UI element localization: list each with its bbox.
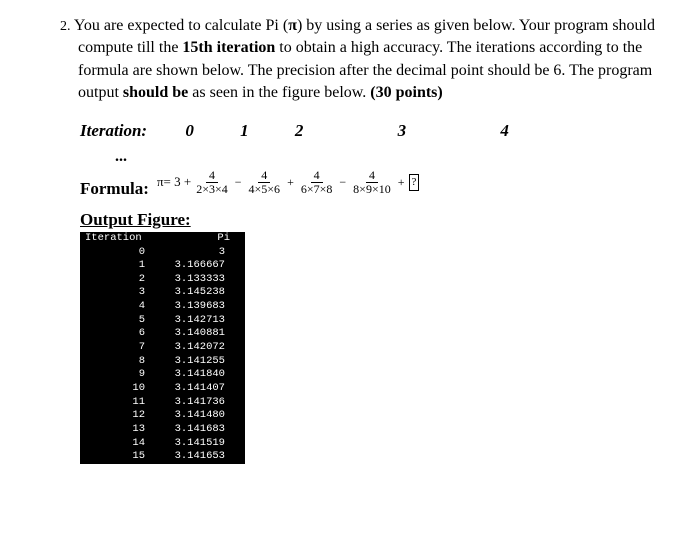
cell-iteration: 8 bbox=[85, 355, 145, 369]
cell-pi: 3.142713 bbox=[145, 314, 225, 328]
output-rows: 0313.16666723.13333333.14523843.13968353… bbox=[80, 246, 245, 464]
cell-pi: 3.140881 bbox=[145, 327, 225, 341]
frac-3: 48×9×10 bbox=[350, 169, 394, 196]
table-row: 143.141519 bbox=[80, 437, 245, 451]
iteration-row: Iteration: 0 1 2 3 4 bbox=[80, 119, 660, 143]
formula-label: Formula: bbox=[80, 177, 149, 201]
cell-pi: 3 bbox=[145, 246, 225, 260]
cell-pi: 3.141480 bbox=[145, 409, 225, 423]
table-row: 153.141653 bbox=[80, 450, 245, 464]
cell-iteration: 3 bbox=[85, 286, 145, 300]
table-row: 63.140881 bbox=[80, 327, 245, 341]
cell-iteration: 10 bbox=[85, 382, 145, 396]
op-3: + bbox=[398, 174, 405, 191]
iteration-label: Iteration: bbox=[80, 119, 147, 143]
output-header: Iteration Pi bbox=[80, 232, 245, 246]
output-figure: Iteration Pi 0313.16666723.13333333.1452… bbox=[80, 232, 245, 464]
cell-iteration: 14 bbox=[85, 437, 145, 451]
cell-iteration: 15 bbox=[85, 450, 145, 464]
problem-statement: 2. You are expected to calculate Pi (π) … bbox=[60, 15, 660, 105]
table-row: 03 bbox=[80, 246, 245, 260]
frac-0: 42×3×4 bbox=[193, 169, 231, 196]
cell-iteration: 6 bbox=[85, 327, 145, 341]
table-row: 43.139683 bbox=[80, 300, 245, 314]
problem-text-4: as seen in the figure below. bbox=[188, 84, 370, 101]
formula-row: Formula: π = 3 + 42×3×4 − 44×5×6 + 46×7×… bbox=[80, 175, 660, 202]
formula-math: π = 3 + 42×3×4 − 44×5×6 + 46×7×8 − 48×9×… bbox=[157, 169, 419, 196]
problem-text-1: You are expected to calculate Pi ( bbox=[74, 17, 288, 34]
bold-points: (30 points) bbox=[370, 84, 442, 101]
table-row: 23.133333 bbox=[80, 273, 245, 287]
table-row: 83.141255 bbox=[80, 355, 245, 369]
question-box: ? bbox=[409, 174, 420, 191]
ellipsis: ... bbox=[115, 146, 660, 168]
cell-iteration: 4 bbox=[85, 300, 145, 314]
cell-iteration: 0 bbox=[85, 246, 145, 260]
cell-pi: 3.166667 bbox=[145, 259, 225, 273]
header-col1: Iteration bbox=[85, 232, 160, 246]
cell-pi: 3.141736 bbox=[145, 396, 225, 410]
cell-iteration: 1 bbox=[85, 259, 145, 273]
formula-pi: π bbox=[157, 173, 164, 191]
bold-should-be: should be bbox=[123, 84, 188, 101]
frac-2: 46×7×8 bbox=[298, 169, 336, 196]
cell-pi: 3.141519 bbox=[145, 437, 225, 451]
iter-num-2: 2 bbox=[295, 119, 304, 143]
cell-pi: 3.141255 bbox=[145, 355, 225, 369]
cell-iteration: 12 bbox=[85, 409, 145, 423]
cell-iteration: 11 bbox=[85, 396, 145, 410]
cell-iteration: 2 bbox=[85, 273, 145, 287]
header-col2: Pi bbox=[160, 232, 230, 246]
problem-number: 2. bbox=[60, 19, 71, 34]
cell-pi: 3.139683 bbox=[145, 300, 225, 314]
table-row: 113.141736 bbox=[80, 396, 245, 410]
op-0: − bbox=[235, 174, 242, 191]
cell-pi: 3.133333 bbox=[145, 273, 225, 287]
table-row: 53.142713 bbox=[80, 314, 245, 328]
cell-pi: 3.145238 bbox=[145, 286, 225, 300]
table-row: 33.145238 bbox=[80, 286, 245, 300]
op-1: + bbox=[287, 174, 294, 191]
cell-iteration: 7 bbox=[85, 341, 145, 355]
cell-pi: 3.141683 bbox=[145, 423, 225, 437]
table-row: 93.141840 bbox=[80, 368, 245, 382]
cell-iteration: 9 bbox=[85, 368, 145, 382]
cell-pi: 3.141840 bbox=[145, 368, 225, 382]
frac-1: 44×5×6 bbox=[246, 169, 284, 196]
table-row: 13.166667 bbox=[80, 259, 245, 273]
cell-pi: 3.141407 bbox=[145, 382, 225, 396]
cell-iteration: 5 bbox=[85, 314, 145, 328]
cell-pi: 3.142072 bbox=[145, 341, 225, 355]
iter-num-3: 3 bbox=[398, 119, 407, 143]
cell-pi: 3.141653 bbox=[145, 450, 225, 464]
cell-iteration: 13 bbox=[85, 423, 145, 437]
bold-15th: 15th iteration bbox=[182, 39, 275, 56]
iter-num-0: 0 bbox=[185, 119, 194, 143]
iter-num-1: 1 bbox=[240, 119, 249, 143]
table-row: 73.142072 bbox=[80, 341, 245, 355]
pi-symbol: π bbox=[288, 17, 297, 34]
formula-eq: = 3 + bbox=[164, 173, 192, 191]
output-figure-label: Output Figure: bbox=[80, 208, 660, 232]
table-row: 103.141407 bbox=[80, 382, 245, 396]
op-2: − bbox=[339, 174, 346, 191]
table-row: 133.141683 bbox=[80, 423, 245, 437]
table-row: 123.141480 bbox=[80, 409, 245, 423]
iter-num-4: 4 bbox=[500, 119, 509, 143]
